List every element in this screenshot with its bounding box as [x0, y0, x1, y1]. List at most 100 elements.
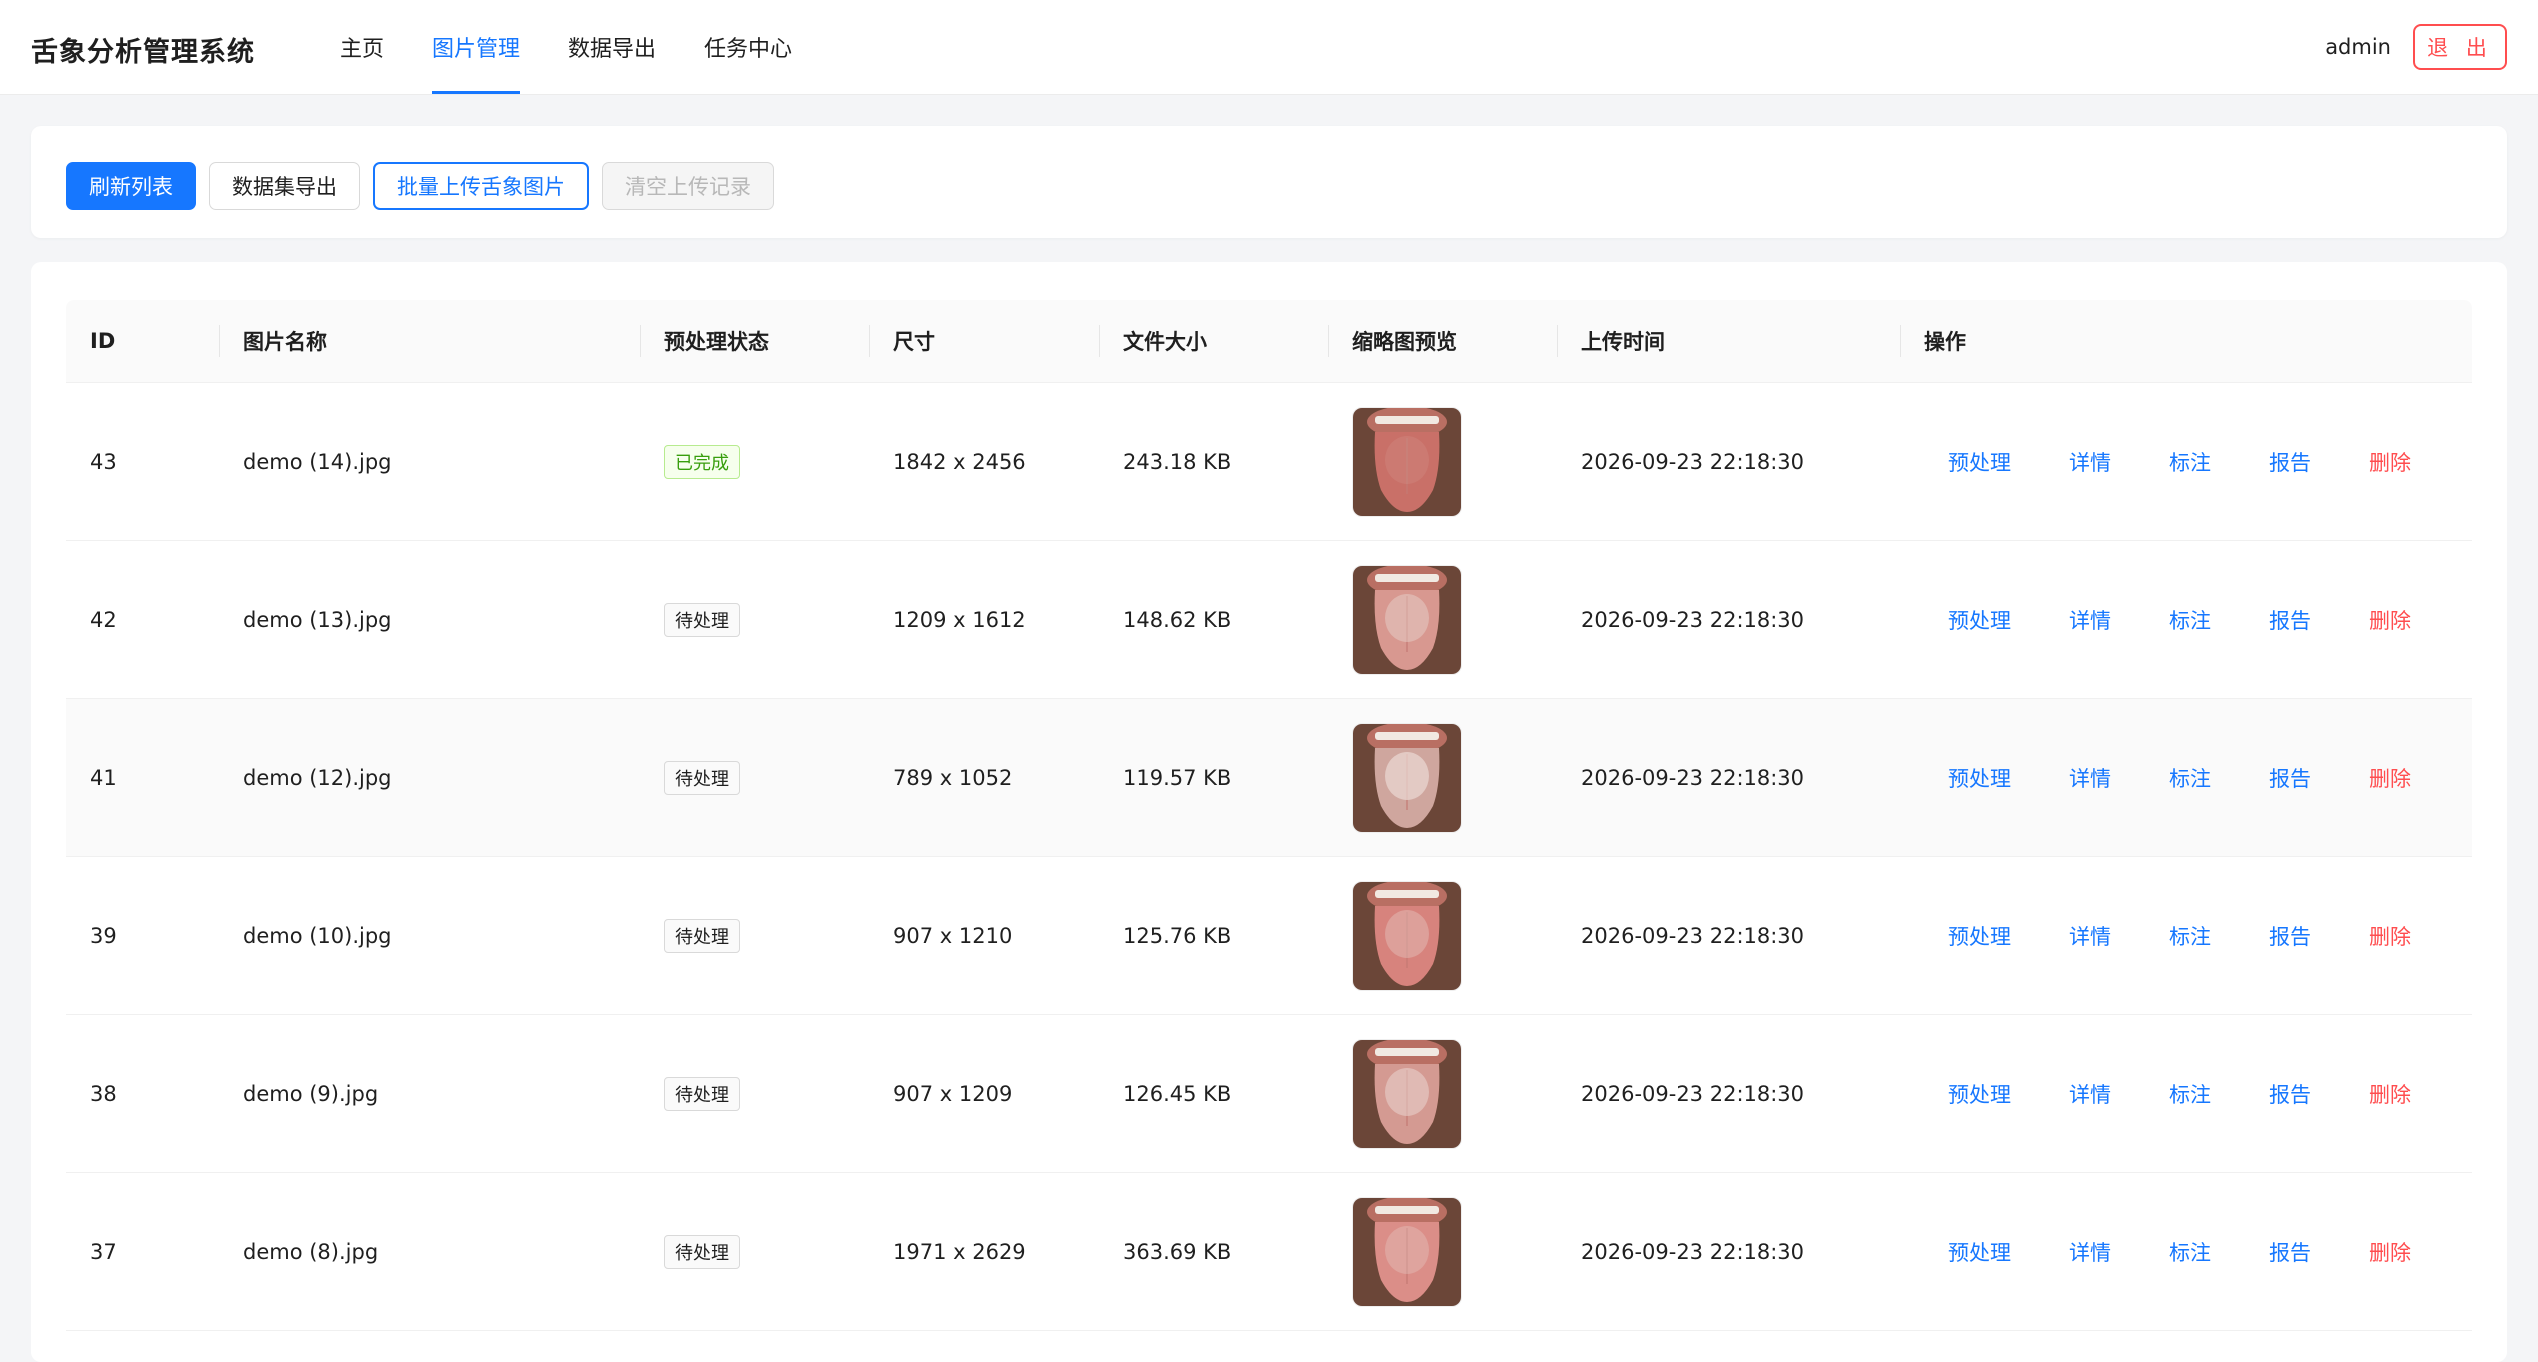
preprocess-link[interactable]: 预处理 — [1948, 605, 2011, 635]
annotate-link[interactable]: 标注 — [2169, 1237, 2211, 1267]
clear-upload-records-button[interactable]: 清空上传记录 — [602, 162, 774, 210]
header-size: 尺寸 — [869, 300, 1099, 382]
tongue-image-icon — [1353, 565, 1461, 674]
cell-actions: 预处理 详情 标注 报告 删除 — [1900, 1079, 2472, 1109]
delete-link[interactable]: 删除 — [2369, 1237, 2411, 1267]
report-link[interactable]: 报告 — [2269, 921, 2311, 951]
cell-filesize: 243.18 KB — [1123, 449, 1232, 474]
tongue-image-icon — [1353, 881, 1461, 990]
cell-upload-time: 2026-09-23 22:18:30 — [1581, 923, 1805, 948]
cell-size: 1209 x 1612 — [893, 607, 1026, 632]
annotate-link[interactable]: 标注 — [2169, 1079, 2211, 1109]
report-link[interactable]: 报告 — [2269, 447, 2311, 477]
cell-status: 待处理 — [640, 1076, 869, 1111]
nav-item-data-export[interactable]: 数据导出 — [568, 0, 656, 94]
header-actions: 操作 — [1900, 300, 2472, 382]
cell-status: 待处理 — [640, 1234, 869, 1269]
detail-link[interactable]: 详情 — [2069, 605, 2111, 635]
top-navbar: 舌象分析管理系统 主页 图片管理 数据导出 任务中心 admin 退 出 — [0, 0, 2538, 95]
status-badge: 待处理 — [664, 760, 740, 795]
tongue-thumbnail-image[interactable] — [1352, 880, 1462, 991]
cell-actions: 预处理 详情 标注 报告 删除 — [1900, 763, 2472, 793]
preprocess-link[interactable]: 预处理 — [1948, 921, 2011, 951]
delete-link[interactable]: 删除 — [2369, 921, 2411, 951]
tongue-image-icon — [1353, 1197, 1461, 1306]
detail-link[interactable]: 详情 — [2069, 1237, 2111, 1267]
annotate-link[interactable]: 标注 — [2169, 921, 2211, 951]
cell-size: 789 x 1052 — [893, 765, 1013, 790]
delete-link[interactable]: 删除 — [2369, 605, 2411, 635]
toolbar-card: 刷新列表 数据集导出 批量上传舌象图片 清空上传记录 — [31, 126, 2507, 238]
preprocess-link[interactable]: 预处理 — [1948, 1237, 2011, 1267]
delete-link[interactable]: 删除 — [2369, 763, 2411, 793]
nav-item-home[interactable]: 主页 — [340, 0, 384, 94]
logout-button[interactable]: 退 出 — [2413, 24, 2507, 70]
table-row: 39 demo (10).jpg 待处理 907 x 1210 125.76 K… — [66, 857, 2472, 1015]
nav-item-image-management[interactable]: 图片管理 — [432, 0, 521, 94]
tongue-thumbnail-image[interactable] — [1352, 406, 1462, 517]
tongue-thumbnail-image[interactable] — [1352, 1196, 1462, 1307]
annotate-link[interactable]: 标注 — [2169, 447, 2211, 477]
cell-id: 42 — [90, 607, 117, 632]
cell-filesize: 126.45 KB — [1123, 1081, 1232, 1106]
cell-upload-time: 2026-09-23 22:18:30 — [1581, 1239, 1805, 1264]
cell-actions: 预处理 详情 标注 报告 删除 — [1900, 921, 2472, 951]
refresh-list-button[interactable]: 刷新列表 — [66, 162, 196, 210]
annotate-link[interactable]: 标注 — [2169, 763, 2211, 793]
cell-status: 待处理 — [640, 918, 869, 953]
cell-size: 907 x 1210 — [893, 923, 1013, 948]
toolbar: 刷新列表 数据集导出 批量上传舌象图片 清空上传记录 — [66, 162, 787, 210]
cell-id: 41 — [90, 765, 117, 790]
cell-id: 43 — [90, 449, 117, 474]
tongue-image-icon — [1353, 407, 1461, 516]
cell-status: 待处理 — [640, 602, 869, 637]
report-link[interactable]: 报告 — [2269, 1079, 2311, 1109]
cell-upload-time: 2026-09-23 22:18:30 — [1581, 449, 1805, 474]
cell-size: 1842 x 2456 — [893, 449, 1026, 474]
delete-link[interactable]: 删除 — [2369, 447, 2411, 477]
tongue-thumbnail-image[interactable] — [1352, 564, 1462, 675]
cell-name: demo (8).jpg — [243, 1239, 379, 1264]
report-link[interactable]: 报告 — [2269, 1237, 2311, 1267]
table-row: 38 demo (9).jpg 待处理 907 x 1209 126.45 KB — [66, 1015, 2472, 1173]
header-id: ID — [90, 329, 116, 353]
report-link[interactable]: 报告 — [2269, 763, 2311, 793]
detail-link[interactable]: 详情 — [2069, 1079, 2111, 1109]
detail-link[interactable]: 详情 — [2069, 921, 2111, 951]
annotate-link[interactable]: 标注 — [2169, 605, 2211, 635]
header-filesize: 文件大小 — [1099, 300, 1328, 382]
cell-name: demo (14).jpg — [243, 449, 392, 474]
cell-thumbnail — [1328, 1196, 1557, 1307]
cell-name: demo (10).jpg — [243, 923, 392, 948]
main-nav: 主页 图片管理 数据导出 任务中心 — [340, 0, 840, 94]
nav-item-task-center[interactable]: 任务中心 — [704, 0, 792, 94]
header-status: 预处理状态 — [640, 300, 869, 382]
tongue-thumbnail-image[interactable] — [1352, 1038, 1462, 1149]
delete-link[interactable]: 删除 — [2369, 1079, 2411, 1109]
cell-actions: 预处理 详情 标注 报告 删除 — [1900, 447, 2472, 477]
cell-size: 907 x 1209 — [893, 1081, 1013, 1106]
cell-upload-time: 2026-09-23 22:18:30 — [1581, 765, 1805, 790]
table-row: 43 demo (14).jpg 已完成 1842 x 2456 243.18 … — [66, 383, 2472, 541]
detail-link[interactable]: 详情 — [2069, 763, 2111, 793]
cell-id: 38 — [90, 1081, 117, 1106]
batch-upload-button[interactable]: 批量上传舌象图片 — [373, 162, 589, 210]
preprocess-link[interactable]: 预处理 — [1948, 763, 2011, 793]
cell-id: 39 — [90, 923, 117, 948]
detail-link[interactable]: 详情 — [2069, 447, 2111, 477]
cell-filesize: 125.76 KB — [1123, 923, 1232, 948]
cell-filesize: 119.57 KB — [1123, 765, 1232, 790]
cell-id: 37 — [90, 1239, 117, 1264]
header-upload-time: 上传时间 — [1557, 300, 1900, 382]
status-badge: 待处理 — [664, 1076, 740, 1111]
table-body: 43 demo (14).jpg 已完成 1842 x 2456 243.18 … — [66, 383, 2472, 1331]
preprocess-link[interactable]: 预处理 — [1948, 1079, 2011, 1109]
cell-size: 1971 x 2629 — [893, 1239, 1026, 1264]
dataset-export-button[interactable]: 数据集导出 — [209, 162, 360, 210]
tongue-thumbnail-image[interactable] — [1352, 722, 1462, 833]
report-link[interactable]: 报告 — [2269, 605, 2311, 635]
cell-status: 已完成 — [640, 444, 869, 479]
cell-actions: 预处理 详情 标注 报告 删除 — [1900, 605, 2472, 635]
preprocess-link[interactable]: 预处理 — [1948, 447, 2011, 477]
cell-thumbnail — [1328, 564, 1557, 675]
